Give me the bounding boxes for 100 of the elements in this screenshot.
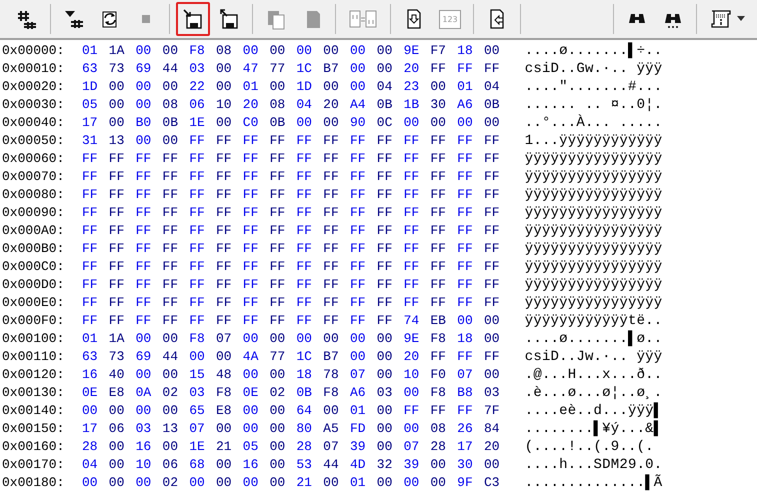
hex-byte: 02 bbox=[270, 384, 286, 402]
hex-byte: 1A bbox=[108, 42, 126, 60]
hex-byte: 01 bbox=[82, 42, 99, 60]
hex-byte: FF bbox=[296, 186, 313, 204]
hex-byte: FF bbox=[350, 240, 367, 258]
hex-byte: 13 bbox=[108, 132, 126, 150]
hex-byte: FF bbox=[430, 168, 447, 186]
offset-label: 0x000A0: bbox=[1, 222, 66, 240]
hex-byte: 00 bbox=[350, 42, 367, 60]
hex-byte: FF bbox=[108, 240, 126, 258]
hex-byte: 0B bbox=[296, 384, 313, 402]
hex-byte: 07 bbox=[216, 330, 233, 348]
hex-byte: FF bbox=[296, 150, 313, 168]
hex-byte: 00 bbox=[216, 474, 233, 492]
hex-byte: 18 bbox=[457, 42, 474, 60]
hex-byte: FF bbox=[136, 276, 152, 294]
hex-byte: 08 bbox=[162, 96, 179, 114]
hex-byte: FF bbox=[430, 294, 447, 312]
hex-byte: FF bbox=[376, 150, 394, 168]
offset-label: 0x00090: bbox=[1, 204, 66, 222]
hex-byte: FF bbox=[216, 204, 233, 222]
hex-byte: 16 bbox=[82, 366, 99, 384]
hex-byte: 00 bbox=[216, 114, 233, 132]
hex-byte: 04 bbox=[296, 96, 313, 114]
hex-byte: 65 bbox=[189, 402, 206, 420]
hex-byte: 00 bbox=[484, 456, 501, 474]
hex-byte: 9E bbox=[404, 330, 420, 348]
hex-byte: 28 bbox=[82, 438, 99, 456]
hex-byte: 20 bbox=[404, 60, 420, 78]
hex-byte: 00 bbox=[270, 330, 286, 348]
hex-byte: 04 bbox=[82, 456, 99, 474]
hex-byte: FF bbox=[162, 294, 179, 312]
ascii-text: ÿÿÿÿÿÿÿÿÿÿÿÿÿÿÿÿ bbox=[524, 204, 662, 222]
hex-byte: 07 bbox=[323, 438, 340, 456]
hex-byte: F8 bbox=[430, 384, 447, 402]
hex-byte: 00 bbox=[270, 366, 286, 384]
hex-byte: FF bbox=[242, 222, 260, 240]
hex-byte: FF bbox=[82, 258, 99, 276]
hex-byte: FF bbox=[457, 132, 474, 150]
hex-byte: 00 bbox=[350, 348, 367, 366]
offset-label: 0x00060: bbox=[1, 150, 66, 168]
hex-byte: 1C bbox=[296, 60, 313, 78]
hex-byte: 02 bbox=[162, 384, 179, 402]
hex-byte: FF bbox=[457, 258, 474, 276]
offset-label: 0x00080: bbox=[1, 186, 66, 204]
hex-byte: 00 bbox=[189, 474, 206, 492]
hex-byte: FF bbox=[457, 294, 474, 312]
hex-byte: FF bbox=[108, 204, 126, 222]
hex-byte: 00 bbox=[457, 312, 474, 330]
hex-byte: FF bbox=[376, 168, 394, 186]
offset-label: 0x00170: bbox=[1, 456, 66, 474]
hex-byte: 00 bbox=[162, 132, 179, 150]
hex-byte: F8 bbox=[189, 330, 206, 348]
save-in-button[interactable] bbox=[176, 2, 210, 36]
hex-byte: 21 bbox=[216, 438, 233, 456]
ascii-text: ÿÿÿÿÿÿÿÿÿÿÿÿÿÿÿÿ bbox=[524, 294, 662, 312]
hex-byte: FF bbox=[189, 204, 206, 222]
floppy-disk-icon bbox=[182, 8, 204, 30]
hex-byte: FF bbox=[82, 240, 99, 258]
hex-byte: FF bbox=[82, 150, 99, 168]
hex-byte: FF bbox=[270, 258, 286, 276]
offset-label: 0x00050: bbox=[1, 132, 66, 150]
hex-byte: FF bbox=[323, 222, 340, 240]
offset-label: 0x00120: bbox=[1, 366, 66, 384]
ascii-text: ÿÿÿÿÿÿÿÿÿÿÿÿÿÿÿÿ bbox=[524, 222, 662, 240]
hex-byte: B7 bbox=[323, 60, 340, 78]
hex-byte: 63 bbox=[82, 348, 99, 366]
hex-byte: 00 bbox=[404, 114, 420, 132]
hex-byte: FF bbox=[216, 132, 233, 150]
hex-byte: FF bbox=[108, 186, 126, 204]
hex-byte: FF bbox=[189, 222, 206, 240]
ascii-text: ÿÿÿÿÿÿÿÿÿÿÿÿÿÿÿÿ bbox=[524, 240, 662, 258]
hex-byte: 00 bbox=[430, 114, 447, 132]
hex-byte: FF bbox=[270, 312, 286, 330]
hex-byte: 0B bbox=[270, 114, 286, 132]
hex-byte: FF bbox=[108, 258, 126, 276]
hex-byte: 69 bbox=[136, 60, 152, 78]
hex-byte: 16 bbox=[242, 456, 260, 474]
hex-byte: F8 bbox=[323, 384, 340, 402]
hex-byte: 02 bbox=[162, 474, 179, 492]
hex-byte: 32 bbox=[376, 456, 394, 474]
hex-byte: 00 bbox=[430, 78, 447, 96]
hex-byte: FF bbox=[484, 222, 501, 240]
hex-byte: 40 bbox=[108, 366, 126, 384]
hex-byte: 1C bbox=[296, 348, 313, 366]
hex-byte: 01 bbox=[350, 474, 367, 492]
hex-byte: FF bbox=[242, 150, 260, 168]
hex-byte: 22 bbox=[189, 78, 206, 96]
hex-byte: FF bbox=[376, 258, 394, 276]
hex-byte: 16 bbox=[136, 438, 152, 456]
hex-byte: 0B bbox=[162, 114, 179, 132]
hex-byte: 39 bbox=[350, 438, 367, 456]
hex-byte: FF bbox=[82, 276, 99, 294]
offset-label: 0x000D0: bbox=[1, 276, 66, 294]
hex-byte: 00 bbox=[162, 330, 179, 348]
hex-byte: FF bbox=[108, 222, 126, 240]
hex-byte: FF bbox=[242, 258, 260, 276]
hex-byte: 00 bbox=[108, 456, 126, 474]
hex-byte: FF bbox=[270, 204, 286, 222]
hex-byte: 68 bbox=[189, 456, 206, 474]
